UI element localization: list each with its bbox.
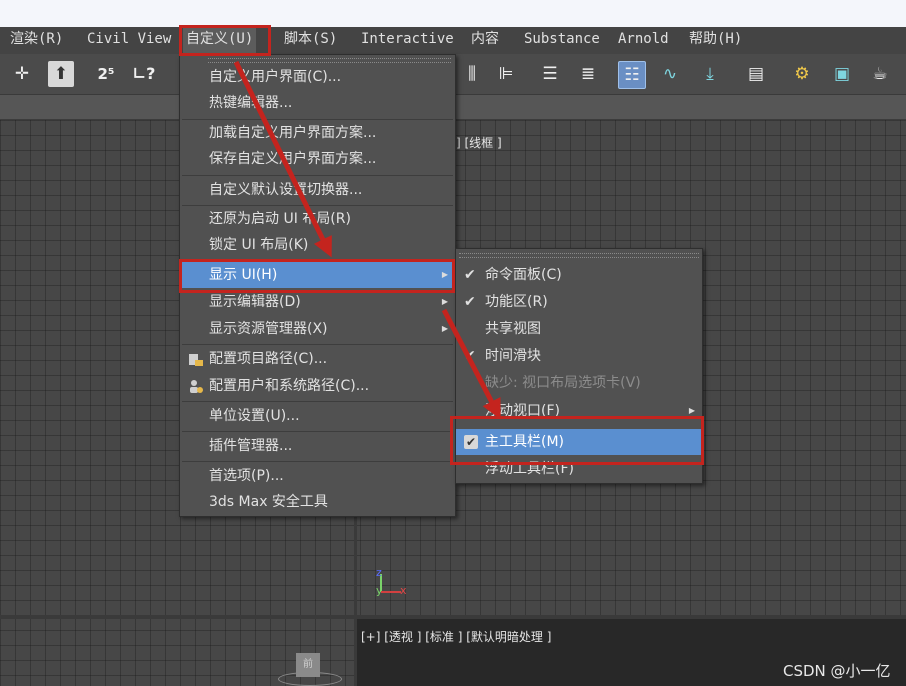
menu-item-defaults-switcher[interactable]: 自定义默认设置切换器... — [180, 177, 455, 203]
menu-separator — [182, 431, 453, 432]
menu-tear-off-grip[interactable] — [208, 58, 451, 63]
viewcube-ring[interactable] — [278, 672, 342, 686]
submenu-tear-off-grip[interactable] — [459, 253, 699, 258]
menu-separator — [182, 344, 453, 345]
menu-substance[interactable]: Substance — [521, 27, 603, 54]
menu-item-load-ui-scheme[interactable]: 加载自定义用户界面方案... — [180, 120, 455, 146]
annotation-box-main-toolbar — [450, 416, 704, 465]
annotation-box-customize-menu — [179, 25, 271, 56]
check-icon: ✔ — [464, 294, 476, 310]
check-icon: ✔ — [464, 348, 476, 364]
align-icon[interactable]: ⫼ — [458, 60, 486, 88]
toggle-ribbon-icon[interactable]: ☷ — [618, 61, 646, 89]
scene-explorer-icon[interactable]: ☰ — [536, 60, 564, 88]
move-icon[interactable]: ✛ — [8, 60, 36, 88]
check-icon: ✔ — [464, 267, 476, 283]
browser-top-band — [0, 0, 906, 27]
render-frame-icon[interactable]: ▣ — [828, 60, 856, 88]
menu-item-hotkey-editor[interactable]: 热键编辑器... — [180, 90, 455, 116]
menu-item-project-paths[interactable]: 配置项目路径(C)... — [180, 346, 455, 372]
menu-help[interactable]: 帮助(H) — [686, 27, 745, 54]
material-editor-icon[interactable]: ▤ — [742, 60, 770, 88]
menu-item-plugin-manager[interactable]: 插件管理器... — [180, 433, 455, 459]
annotation-box-show-ui — [179, 259, 455, 293]
menu-separator — [182, 401, 453, 402]
axis-z-label: z — [376, 566, 382, 579]
render-icon[interactable]: ☕ — [866, 60, 894, 88]
submenu-item-shared-views[interactable]: 共享视图 — [456, 316, 702, 342]
menu-content[interactable]: 内容 — [468, 27, 502, 54]
select-icon[interactable]: ⬆ — [48, 61, 74, 87]
menu-item-user-system-paths[interactable]: 配置用户和系统路径(C)... — [180, 373, 455, 399]
schematic-view-icon[interactable]: ⤓ — [696, 60, 724, 88]
menu-bar: 渲染(R) Civil View 自定义(U) 脚本(S) Interactiv… — [0, 27, 906, 55]
axis-x-line — [381, 591, 401, 593]
menu-item-customize-ui[interactable]: 自定义用户界面(C)... — [180, 64, 455, 90]
menu-scripting[interactable]: 脚本(S) — [281, 27, 340, 54]
watermark: CSDN @小一亿 — [783, 662, 891, 680]
menu-render[interactable]: 渲染(R) — [7, 27, 66, 54]
snap-2-5d-icon[interactable]: 2⁵ — [92, 60, 120, 88]
menu-item-revert-ui-layout[interactable]: 还原为启动 UI 布局(R) — [180, 206, 455, 232]
submenu-item-command-panel[interactable]: ✔ 命令面板(C) — [456, 262, 702, 288]
menu-item-security-tools[interactable]: 3ds Max 安全工具 — [180, 489, 455, 515]
submenu-item-time-slider[interactable]: ✔ 时间滑块 — [456, 343, 702, 369]
viewport-label-top-right[interactable]: ] [线框 ] — [456, 134, 502, 151]
render-setup-icon[interactable]: ⚙ — [788, 60, 816, 88]
menu-item-show-explorers[interactable]: 显示资源管理器(X) ▶ — [180, 316, 455, 342]
user-gear-icon — [190, 380, 203, 393]
menu-separator — [182, 175, 453, 176]
submenu-arrow-icon: ▶ — [441, 324, 448, 333]
menu-item-preferences[interactable]: 首选项(P)... — [180, 463, 455, 489]
menu-interactive[interactable]: Interactive — [358, 27, 457, 54]
viewport-label-perspective[interactable]: [+] [透视 ] [标准 ] [默认明暗处理 ] — [361, 628, 551, 645]
project-folder-icon — [189, 354, 203, 366]
layer-explorer-icon[interactable]: ≣ — [574, 60, 602, 88]
menu-separator — [182, 461, 453, 462]
menu-arnold[interactable]: Arnold — [615, 27, 672, 54]
menu-item-units-setup[interactable]: 单位设置(U)... — [180, 403, 455, 429]
menu-civil-view[interactable]: Civil View — [84, 27, 174, 54]
mirror-icon[interactable]: ⊫ — [492, 60, 520, 88]
angle-snap-icon[interactable]: ∟? — [130, 60, 158, 88]
menu-item-save-ui-scheme[interactable]: 保存自定义用户界面方案... — [180, 146, 455, 172]
curve-editor-icon[interactable]: ∿ — [656, 60, 684, 88]
axis-x-label: x — [400, 584, 407, 597]
submenu-item-ribbon[interactable]: ✔ 功能区(R) — [456, 289, 702, 315]
submenu-item-viewport-layout-tabs: 缺少: 视口布局选项卡(V) — [485, 375, 641, 391]
menu-item-lock-ui-layout[interactable]: 锁定 UI 布局(K) — [180, 232, 455, 258]
axis-y-label: y — [376, 584, 383, 597]
